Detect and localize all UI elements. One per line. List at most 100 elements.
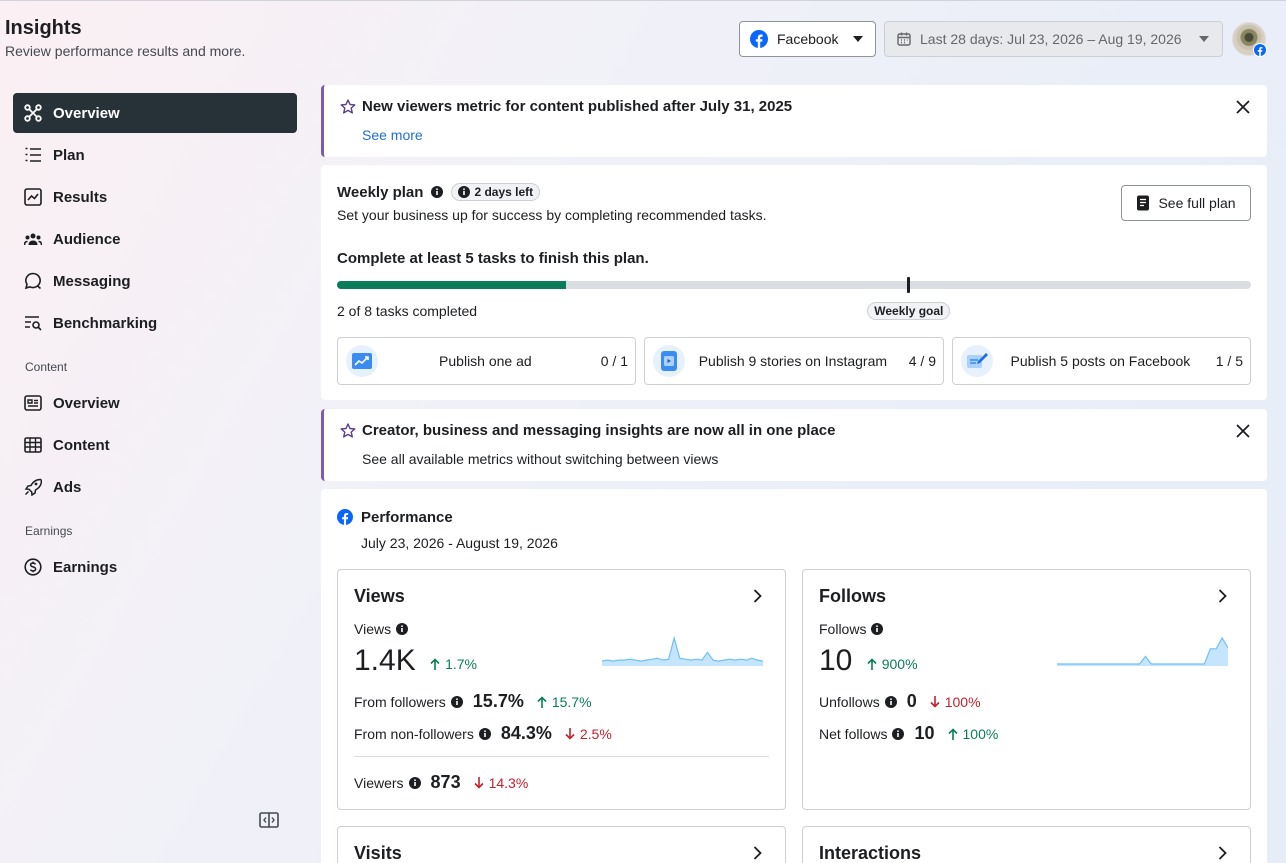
task-label: Publish 5 posts on Facebook [1010,353,1191,369]
arrow-down-icon [930,695,940,708]
views-card[interactable]: Views Views 1.4K 1.7% From followers 15.… [337,569,786,810]
viewers-row: Viewers 873 14.3% [354,772,528,793]
new-viewers-notice: New viewers metric for content published… [321,85,1267,157]
chevron-right-icon[interactable] [749,845,765,861]
arrow-down-icon [474,776,484,789]
close-icon[interactable] [1235,99,1251,115]
weekly-plan-heading: Weekly plan 2 days left [337,183,541,201]
info-icon[interactable] [478,727,491,740]
net-follows-change-value: 100% [962,725,999,742]
sidebar-item-label: Earnings [53,558,118,576]
visits-card[interactable]: Visits [337,826,786,863]
info-icon[interactable] [884,695,897,708]
sidebar-item-label: Overview [53,104,120,122]
chevron-right-icon[interactable] [749,588,765,604]
unfollows-value: 0 [906,691,917,711]
sidebar-item-audience[interactable]: Audience [13,219,297,259]
sidebar-item-label: Results [53,188,108,206]
follows-title: Follows [819,586,886,606]
sparkline-line [1057,636,1228,665]
star-icon [340,423,356,438]
chevron-right-icon[interactable] [1214,845,1230,861]
messaging-icon [24,272,42,290]
page-subtitle: Review performance results and more. [5,43,246,59]
sidebar-item-label: Audience [53,230,121,248]
days-left-text: 2 days left [474,185,534,199]
collapse-sidebar-icon[interactable] [259,811,279,829]
sidebar-item-earnings[interactable]: Earnings [13,547,297,587]
from-nonfollowers-change-value: 2.5% [579,725,612,742]
close-icon[interactable] [1235,423,1251,439]
info-icon[interactable] [871,623,884,635]
net-follows-row: Net follows 10 100% [819,723,998,744]
views-title: Views [354,586,405,606]
info-icon[interactable] [431,186,444,198]
section-heading-content: Content [25,360,68,374]
sidebar-item-label: Benchmarking [53,314,158,332]
page-title: Insights [5,17,82,39]
notebook-icon [1137,195,1150,211]
interactions-card[interactable]: Interactions [802,826,1251,863]
chevron-right-icon[interactable] [1214,588,1230,604]
sidebar-item-label: Overview [53,394,120,412]
date-range-dropdown[interactable]: Last 28 days: Jul 23, 2026 – Aug 19, 202… [884,21,1223,57]
sidebar-item-overview[interactable]: Overview [13,93,297,133]
follows-number: 10 [819,644,853,677]
task-count: 4 / 9 [908,353,936,369]
post-icon [961,345,993,377]
info-icon[interactable] [408,776,421,789]
see-full-plan-label: See full plan [1158,195,1236,211]
notice-title: Creator, business and messaging insights… [362,422,836,439]
see-more-link[interactable]: See more [362,127,423,143]
from-followers-label: From followers [354,693,446,710]
follows-card[interactable]: Follows Follows 10 900% Unfollows 0 100%… [802,569,1251,810]
net-follows-value: 10 [914,723,935,743]
sidebar-item-results[interactable]: Results [13,177,297,217]
sidebar-item-label: Messaging [53,272,131,290]
task-publish-posts[interactable]: Publish 5 posts on Facebook 1 / 5 [952,337,1251,385]
task-publish-stories[interactable]: Publish 9 stories on Instagram 4 / 9 [644,337,944,385]
see-full-plan-button[interactable]: See full plan [1121,185,1251,221]
views-change-value: 1.7% [445,656,477,672]
net-follows-label: Net follows [819,725,888,742]
sidebar-item-label: Ads [53,478,82,496]
plan-progress-bar [337,281,1251,289]
viewers-value: 873 [430,772,461,792]
task-label: Publish one ad [439,353,532,369]
sidebar-item-ads[interactable]: Ads [13,467,297,507]
performance-card: Performance July 23, 2026 - August 19, 2… [321,489,1267,863]
sidebar-item-messaging[interactable]: Messaging [13,261,297,301]
views-label-text: Views [354,621,392,637]
viewers-label: Viewers [354,774,404,791]
insights-unified-notice: Creator, business and messaging insights… [321,409,1267,481]
sidebar-item-content[interactable]: Content [13,425,297,465]
sidebar-item-benchmarking[interactable]: Benchmarking [13,303,297,343]
sparkline-line [602,636,763,662]
arrow-up-icon [947,727,958,740]
sidebar-item-content-overview[interactable]: Overview [13,383,297,423]
from-followers-value: 15.7% [472,691,524,711]
overview-icon [24,104,42,122]
sidebar-item-plan[interactable]: Plan [13,135,297,175]
content-overview-icon [24,395,42,411]
performance-date: July 23, 2026 - August 19, 2026 [361,535,558,551]
follows-label: Follows [819,621,884,637]
from-nonfollowers-value: 84.3% [500,723,552,743]
viewers-change-value: 14.3% [488,774,529,791]
platform-dropdown[interactable]: Facebook [739,21,876,57]
from-followers-row: From followers 15.7% 15.7% [354,691,592,712]
info-icon[interactable] [892,727,905,740]
weekly-goal-marker [907,277,911,293]
info-icon[interactable] [450,695,463,708]
views-value: 1.4K 1.7% [354,644,477,678]
views-number: 1.4K [354,644,416,677]
from-followers-change: 15.7% [537,694,592,710]
follows-label-text: Follows [819,621,867,637]
top-border [0,0,1286,1]
task-publish-ad[interactable]: Publish one ad 0 / 1 [337,337,636,385]
story-icon [653,345,685,377]
views-label: Views [354,621,409,637]
info-icon[interactable] [396,623,409,635]
dollar-icon [24,558,42,576]
calendar-icon [897,32,911,46]
